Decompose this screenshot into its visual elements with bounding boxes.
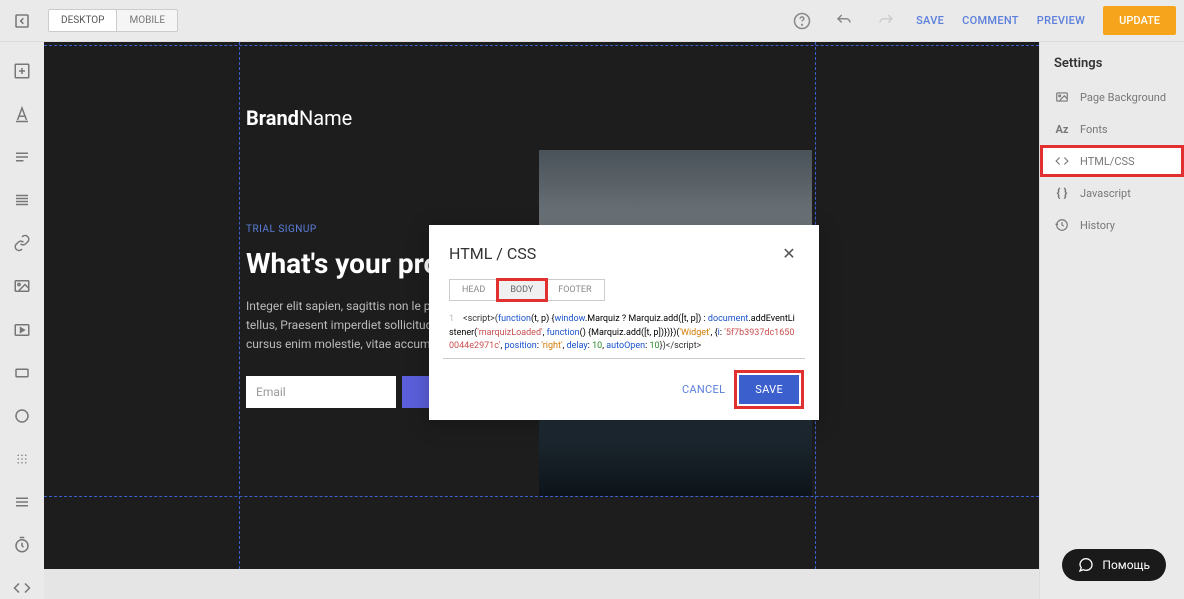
panel-item-javascript[interactable]: { } Javascript (1040, 177, 1184, 209)
video-icon[interactable] (11, 319, 33, 340)
code-editor[interactable]: 1<script>(function(t, p) {window.Marquiz… (443, 309, 805, 359)
help-label: Помощь (1102, 558, 1150, 572)
panel-item-label: Javascript (1080, 187, 1131, 200)
canvas-area[interactable]: BrandName TRIAL SIGNUP What's your propo… (44, 42, 1039, 599)
panel-item-fonts[interactable]: Az Fonts (1040, 113, 1184, 145)
circle-icon[interactable] (11, 405, 33, 426)
cancel-button[interactable]: CANCEL (682, 383, 725, 396)
help-fab[interactable]: Помощь (1062, 549, 1166, 581)
topbar: DESKTOP MOBILE SAVE COMMENT PREVIEW UPDA… (0, 0, 1184, 42)
modal-title: HTML / CSS (449, 244, 536, 263)
panel-item-history[interactable]: History (1040, 209, 1184, 241)
add-icon[interactable] (11, 60, 33, 81)
comment-button[interactable]: COMMENT (962, 14, 1019, 27)
close-icon[interactable]: ✕ (779, 243, 799, 263)
fonts-icon: Az (1054, 121, 1070, 137)
tab-body[interactable]: BODY (498, 280, 546, 300)
email-field[interactable] (246, 376, 396, 408)
modal-save-button[interactable]: SAVE (739, 375, 799, 404)
lines-icon[interactable] (11, 146, 33, 167)
link-icon[interactable] (11, 233, 33, 254)
preview-button[interactable]: PREVIEW (1037, 14, 1085, 27)
exit-icon[interactable] (8, 7, 36, 35)
chat-icon (1078, 557, 1094, 573)
panel-item-page-background[interactable]: Page Background (1040, 81, 1184, 113)
panel-item-label: Fonts (1080, 123, 1108, 136)
tab-head[interactable]: HEAD (450, 280, 498, 300)
code-icon[interactable] (11, 578, 33, 599)
brand-logo: BrandName (246, 106, 352, 130)
panel-item-label: HTML/CSS (1080, 155, 1135, 168)
dots-icon[interactable] (11, 448, 33, 469)
help-icon[interactable] (790, 9, 814, 33)
update-button[interactable]: UPDATE (1103, 6, 1176, 35)
stack-icon[interactable] (11, 189, 33, 210)
tab-desktop[interactable]: DESKTOP (49, 10, 117, 31)
timer-icon[interactable] (11, 535, 33, 556)
list-icon[interactable] (11, 492, 33, 513)
save-button[interactable]: SAVE (916, 14, 944, 27)
panel-item-label: Page Background (1080, 91, 1166, 104)
panel-item-html-css[interactable]: HTML/CSS (1040, 145, 1184, 177)
redo-icon[interactable] (874, 9, 898, 33)
panel-title: Settings (1040, 42, 1184, 81)
panel-item-label: History (1080, 219, 1115, 232)
html-icon (1054, 153, 1070, 169)
history-icon (1054, 217, 1070, 233)
settings-panel: Settings Page Background Az Fonts HTML/C… (1039, 42, 1184, 599)
tab-mobile[interactable]: MOBILE (117, 10, 177, 31)
js-icon: { } (1054, 185, 1070, 201)
undo-icon[interactable] (832, 9, 856, 33)
background-icon (1054, 89, 1070, 105)
html-css-modal: HTML / CSS ✕ HEAD BODY FOOTER 1<script>(… (429, 225, 819, 420)
box-icon[interactable] (11, 362, 33, 383)
left-toolbar (0, 42, 44, 599)
text-icon[interactable] (11, 103, 33, 124)
image-icon[interactable] (11, 276, 33, 297)
device-tabs: DESKTOP MOBILE (48, 9, 178, 32)
tab-footer[interactable]: FOOTER (546, 280, 603, 300)
